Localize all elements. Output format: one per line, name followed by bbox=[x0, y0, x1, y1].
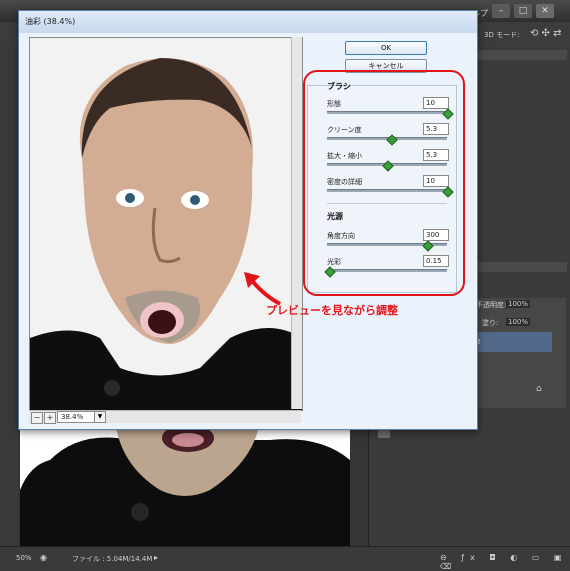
tools-panel[interactable] bbox=[0, 46, 18, 546]
document-canvas[interactable] bbox=[20, 420, 350, 546]
zoom-field[interactable]: 38.4% bbox=[57, 411, 96, 423]
zoom-out-button[interactable]: − bbox=[31, 412, 43, 424]
opacity-field[interactable]: 100% bbox=[506, 300, 531, 308]
minimize-button[interactable]: – bbox=[492, 4, 510, 18]
layers-panel: 不透明度: 100% 塗り: 100% 2 ⌂ bbox=[476, 298, 566, 408]
ok-button[interactable]: OK bbox=[345, 41, 427, 55]
lock-icon: ⌂ bbox=[536, 384, 542, 394]
status-icon: ◉ bbox=[40, 553, 47, 562]
3d-tools-icon[interactable]: ⟲ ✣ ⇄ bbox=[530, 28, 562, 39]
file-info: ファイル : 5.04M/14.4M bbox=[72, 555, 153, 563]
status-arrow-icon[interactable]: ▸ bbox=[154, 553, 158, 562]
dialog-title: 油彩 (38.4%) bbox=[25, 17, 76, 26]
preview-area[interactable] bbox=[29, 37, 303, 411]
annotation-text: プレビューを見ながら調整 bbox=[266, 304, 398, 317]
document-image bbox=[20, 420, 350, 546]
opacity-label: 不透明度: bbox=[476, 301, 507, 309]
zoom-dropdown-icon[interactable]: ▼ bbox=[94, 411, 106, 423]
status-bar: 50% ◉ ファイル : 5.04M/14.4M ▸ ⊖ ƒx ◘ ◐ ▭ ▣ … bbox=[0, 546, 570, 571]
fill-field[interactable]: 100% bbox=[506, 318, 531, 326]
fill-label: 塗り: bbox=[482, 319, 499, 327]
layer-row-selected[interactable]: 2 bbox=[476, 332, 552, 352]
layer-actions-icons[interactable]: ⊖ ƒx ◘ ◐ ▭ ▣ ⌫ bbox=[440, 553, 570, 571]
dialog-titlebar[interactable]: 油彩 (38.4%) bbox=[19, 11, 477, 33]
maximize-button[interactable]: □ bbox=[514, 4, 532, 18]
preview-image bbox=[30, 38, 302, 410]
zoom-in-button[interactable]: + bbox=[44, 412, 56, 424]
preview-vertical-scrollbar[interactable] bbox=[291, 37, 302, 409]
zoom-level[interactable]: 50% bbox=[16, 554, 32, 562]
highlight-box bbox=[303, 70, 465, 296]
close-window-button[interactable]: ✕ bbox=[536, 4, 554, 18]
3d-mode-label: 3D モード: bbox=[484, 31, 520, 39]
